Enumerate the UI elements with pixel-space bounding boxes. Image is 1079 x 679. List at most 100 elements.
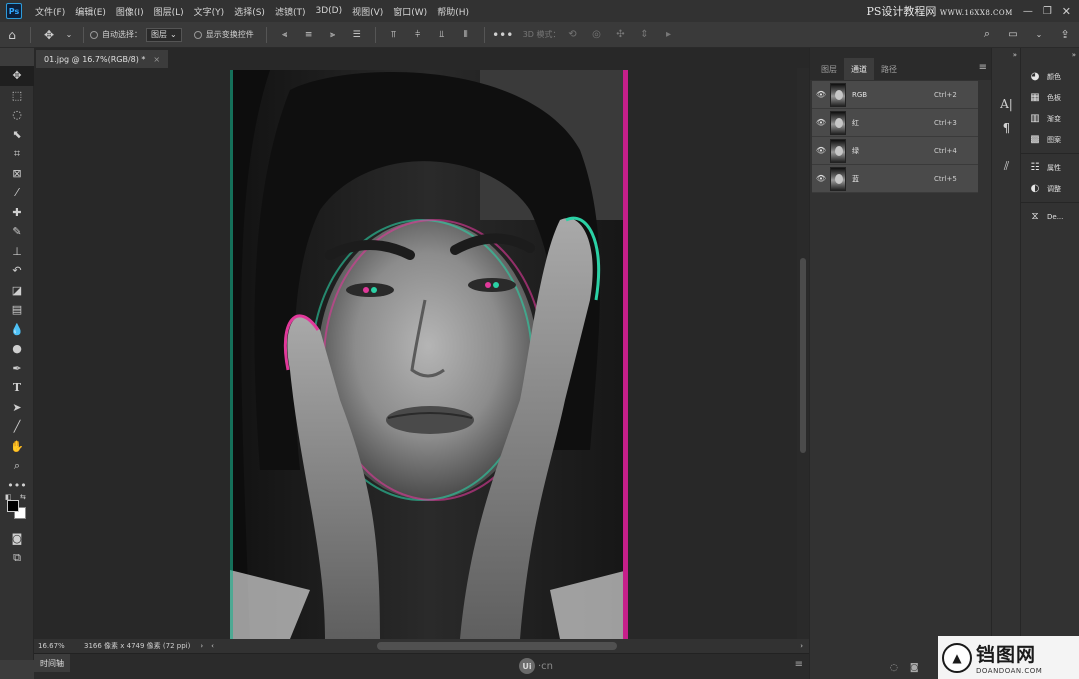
hand-tool-icon[interactable]: ✋ [0, 437, 34, 457]
distribute-icon[interactable]: ☰ [349, 27, 365, 43]
move-tool-icon[interactable]: ✥ [0, 66, 34, 86]
menu-filter[interactable]: 滤镜(T) [270, 5, 311, 18]
menu-image[interactable]: 图像(I) [111, 5, 149, 18]
eye-icon[interactable]: 👁 [812, 118, 830, 127]
move-tool-icon[interactable]: ✥ [41, 27, 57, 43]
object-select-tool-icon[interactable]: ⬉ [0, 125, 34, 145]
document-tab[interactable]: 01.jpg @ 16.7%(RGB/8) * × [36, 50, 169, 68]
eyedropper-tool-icon[interactable]: ⁄ [0, 183, 34, 203]
scroll-right-icon[interactable]: › [800, 642, 803, 650]
panel-item-color[interactable]: ◕ 颜色 [1021, 66, 1079, 87]
save-selection-icon[interactable]: ◙ [910, 663, 919, 673]
scroll-left-icon[interactable]: ‹ [211, 642, 214, 650]
panel-item-adjustments[interactable]: ◐ 调整 [1021, 178, 1079, 199]
swap-colors-icon[interactable]: ⇆ [20, 493, 26, 501]
brush-tool-icon[interactable]: ✎ [0, 222, 34, 242]
load-selection-icon[interactable]: ◌ [890, 663, 898, 673]
brush-settings-icon[interactable]: ⫽ [992, 154, 1021, 178]
channel-row-red[interactable]: 👁 红 Ctrl+3 [812, 109, 978, 137]
eye-icon[interactable]: 👁 [812, 146, 830, 155]
canvas-area[interactable] [34, 68, 797, 639]
align-bottom-icon[interactable]: ⫫ [434, 27, 450, 43]
close-tab-icon[interactable]: × [153, 55, 160, 64]
quick-mask-icon[interactable]: ◙ [0, 529, 34, 549]
screen-mode-icon[interactable]: ⧉ [0, 549, 34, 569]
chevron-down-icon[interactable]: ⌄ [61, 27, 77, 43]
distribute-vertical-icon[interactable]: ⦀ [458, 27, 474, 43]
align-middle-icon[interactable]: ⫩ [410, 27, 426, 43]
horizontal-scroll-thumb[interactable] [377, 642, 617, 650]
collapse-arrows-icon[interactable]: » [992, 48, 1021, 62]
channel-row-blue[interactable]: 👁 蓝 Ctrl+5 [812, 165, 978, 193]
blur-tool-icon[interactable]: 💧 [0, 320, 34, 340]
menu-3d[interactable]: 3D(D) [310, 6, 347, 16]
history-brush-tool-icon[interactable]: ↶ [0, 261, 34, 281]
chevron-down-icon[interactable]: ⌄ [1031, 26, 1047, 42]
3d-camera-icon[interactable]: ▸ [661, 27, 677, 43]
align-left-icon[interactable]: ⫷ [277, 27, 293, 43]
type-tool-icon[interactable]: T [0, 378, 34, 398]
zoom-level[interactable]: 16.67% [34, 642, 78, 650]
eraser-tool-icon[interactable]: ◪ [0, 281, 34, 301]
tab-channels[interactable]: 通道 [844, 58, 874, 80]
workspace-icon[interactable]: ▭ [1005, 26, 1021, 42]
3d-roll-icon[interactable]: ◎ [589, 27, 605, 43]
panel-item-patterns[interactable]: ▩ 图案 [1021, 129, 1079, 150]
close-icon[interactable]: ✕ [1062, 5, 1071, 18]
pen-tool-icon[interactable]: ✒ [0, 359, 34, 379]
minimize-icon[interactable]: — [1023, 6, 1033, 17]
search-icon[interactable]: ⌕ [979, 26, 995, 42]
menu-layer[interactable]: 图层(L) [149, 5, 189, 18]
vertical-scrollbar[interactable] [797, 68, 809, 639]
color-swatches[interactable]: ◧ ⇆ [0, 493, 34, 525]
document-image[interactable] [230, 70, 628, 639]
healing-brush-tool-icon[interactable]: ✚ [0, 203, 34, 223]
panel-menu-icon[interactable]: ≡ [979, 62, 987, 73]
align-top-icon[interactable]: ⫪ [386, 27, 402, 43]
frame-tool-icon[interactable]: ⊠ [0, 164, 34, 184]
tab-paths[interactable]: 路径 [874, 58, 904, 80]
path-select-tool-icon[interactable]: ➤ [0, 398, 34, 418]
paragraph-icon[interactable]: ¶ [992, 116, 1021, 140]
channel-row-green[interactable]: 👁 绿 Ctrl+4 [812, 137, 978, 165]
eye-icon[interactable]: 👁 [812, 174, 830, 183]
more-options-icon[interactable]: ••• [492, 27, 513, 43]
marquee-tool-icon[interactable]: ⬚ [0, 86, 34, 106]
panel-item-swatches[interactable]: ▦ 色板 [1021, 87, 1079, 108]
3d-pan-icon[interactable]: ✣ [613, 27, 629, 43]
timeline-tab[interactable]: 时间轴 [34, 654, 70, 672]
restore-icon[interactable]: ❐ [1043, 6, 1052, 17]
panel-item-properties[interactable]: ☷ 属性 [1021, 157, 1079, 178]
menu-edit[interactable]: 编辑(E) [70, 5, 111, 18]
menu-select[interactable]: 选择(S) [229, 5, 270, 18]
collapse-arrows-icon[interactable]: » [1021, 48, 1079, 62]
show-transform-checkbox[interactable] [193, 30, 202, 39]
zoom-tool-icon[interactable]: ⌕ [0, 456, 34, 476]
channel-row-rgb[interactable]: 👁 RGB Ctrl+2 [812, 81, 978, 109]
home-icon[interactable]: ⌂ [4, 27, 20, 43]
menu-file[interactable]: 文件(F) [30, 5, 70, 18]
lasso-tool-icon[interactable]: ◌ [0, 105, 34, 125]
align-right-icon[interactable]: ⫸ [325, 27, 341, 43]
gradient-tool-icon[interactable]: ▤ [0, 300, 34, 320]
chevron-right-icon[interactable]: › [200, 642, 203, 650]
line-tool-icon[interactable]: ╱ [0, 417, 34, 437]
panel-item-gradients[interactable]: ▥ 渐变 [1021, 108, 1079, 129]
crop-tool-icon[interactable]: ⌗ [0, 144, 34, 164]
auto-select-dropdown[interactable]: 图层 ⌄ [146, 27, 182, 42]
align-center-horizontal-icon[interactable]: ≡ [301, 27, 317, 43]
menu-view[interactable]: 视图(V) [347, 5, 388, 18]
menu-help[interactable]: 帮助(H) [432, 5, 474, 18]
vertical-scroll-thumb[interactable] [800, 258, 806, 453]
panel-item-device-preview[interactable]: ⧖ De... [1021, 206, 1079, 227]
menu-type[interactable]: 文字(Y) [189, 5, 230, 18]
3d-slide-icon[interactable]: ⇕ [637, 27, 653, 43]
clone-stamp-tool-icon[interactable]: ⊥ [0, 242, 34, 262]
panel-menu-icon[interactable]: ≡ [795, 659, 803, 670]
character-icon[interactable]: A| [992, 92, 1021, 116]
foreground-color[interactable] [7, 500, 19, 512]
3d-orbit-icon[interactable]: ⟲ [565, 27, 581, 43]
eye-icon[interactable]: 👁 [812, 90, 830, 99]
dodge-tool-icon[interactable]: ● [0, 339, 34, 359]
auto-select-checkbox[interactable] [90, 30, 98, 39]
